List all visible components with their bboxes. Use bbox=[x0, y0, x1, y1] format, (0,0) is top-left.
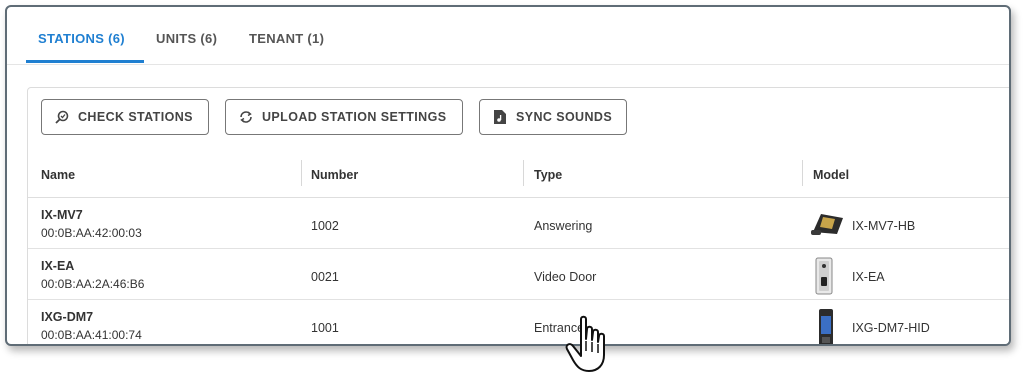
music-file-icon bbox=[492, 109, 508, 125]
sync-sounds-label: SYNC SOUNDS bbox=[516, 110, 613, 124]
header-number[interactable]: Number bbox=[311, 168, 358, 182]
column-divider bbox=[301, 160, 302, 186]
station-model: IX-MV7-HB bbox=[852, 219, 916, 233]
tab-bar: STATIONS (6) UNITS (6) TENANT (1) bbox=[7, 7, 1009, 65]
station-mac: 00:0B:AA:41:00:74 bbox=[41, 328, 142, 342]
table-row[interactable]: IX-MV7 00:0B:AA:42:00:03 1002 Answering … bbox=[28, 199, 1009, 249]
table-header: Name Number Type Model bbox=[28, 150, 1009, 198]
tab-units[interactable]: UNITS (6) bbox=[156, 31, 217, 46]
table-row[interactable]: IX-EA 00:0B:AA:2A:46:B6 0021 Video Door … bbox=[28, 250, 1009, 300]
station-mac: 00:0B:AA:2A:46:B6 bbox=[41, 277, 145, 291]
header-name[interactable]: Name bbox=[41, 168, 75, 182]
station-name: IXG-DM7 bbox=[41, 310, 94, 324]
station-model: IXG-DM7-HID bbox=[852, 321, 930, 335]
hand-pointer-cursor-icon bbox=[565, 315, 605, 372]
tab-stations[interactable]: STATIONS (6) bbox=[38, 31, 125, 46]
upload-station-settings-button[interactable]: UPLOAD STATION SETTINGS bbox=[225, 99, 463, 135]
station-name: IX-MV7 bbox=[41, 208, 83, 222]
stations-window: STATIONS (6) UNITS (6) TENANT (1) CHECK … bbox=[5, 5, 1011, 346]
column-divider bbox=[523, 160, 524, 186]
header-type[interactable]: Type bbox=[534, 168, 562, 182]
stations-panel: CHECK STATIONS UPLOAD STATION SETTINGS S… bbox=[27, 87, 1009, 344]
tab-tenant[interactable]: TENANT (1) bbox=[249, 31, 324, 46]
station-number: 1002 bbox=[311, 219, 339, 233]
master-station-device-image bbox=[811, 214, 843, 235]
sync-sounds-button[interactable]: SYNC SOUNDS bbox=[479, 99, 627, 135]
sync-upload-icon bbox=[238, 109, 254, 125]
active-tab-indicator bbox=[26, 60, 144, 63]
header-model[interactable]: Model bbox=[813, 168, 849, 182]
entrance-station-device-image bbox=[819, 309, 833, 344]
station-number: 0021 bbox=[311, 270, 339, 284]
door-station-device-image bbox=[815, 257, 833, 295]
check-stations-button[interactable]: CHECK STATIONS bbox=[41, 99, 209, 135]
column-divider bbox=[802, 160, 803, 186]
station-mac: 00:0B:AA:42:00:03 bbox=[41, 226, 142, 240]
station-model: IX-EA bbox=[852, 270, 885, 284]
station-type: Video Door bbox=[534, 270, 597, 284]
station-type: Answering bbox=[534, 219, 593, 233]
table-row[interactable]: IXG-DM7 00:0B:AA:41:00:74 1001 Entrance … bbox=[28, 301, 1009, 344]
station-name: IX-EA bbox=[41, 259, 75, 273]
check-stations-label: CHECK STATIONS bbox=[78, 110, 193, 124]
upload-station-settings-label: UPLOAD STATION SETTINGS bbox=[262, 110, 447, 124]
station-number: 1001 bbox=[311, 321, 339, 335]
search-check-icon bbox=[54, 109, 70, 125]
